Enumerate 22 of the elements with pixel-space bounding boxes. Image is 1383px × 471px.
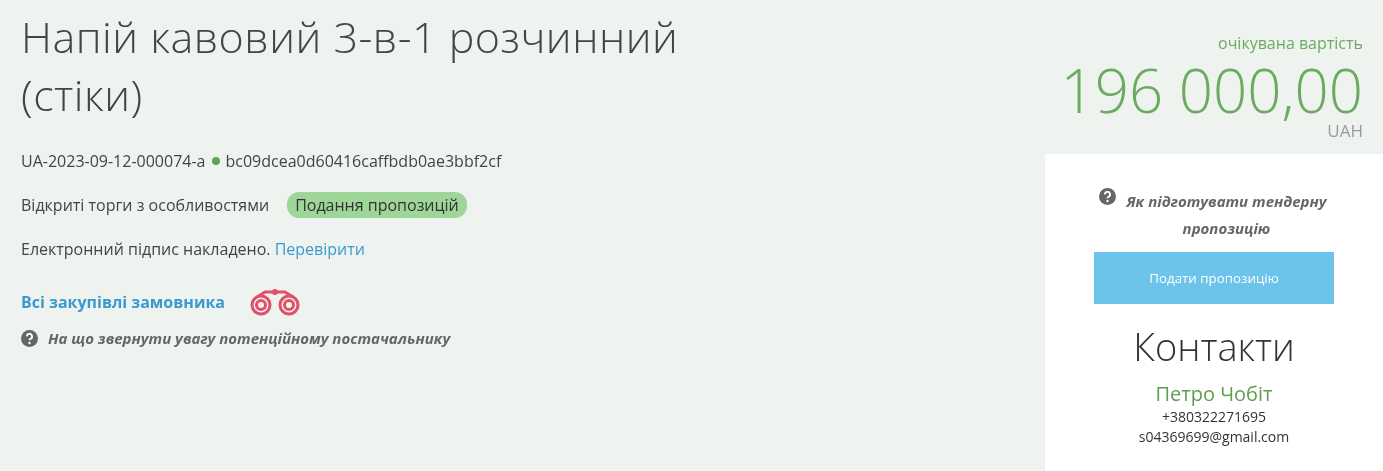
- verify-link[interactable]: Перевірити: [274, 238, 365, 260]
- binoculars-icon: [249, 288, 301, 316]
- submit-proposal-button[interactable]: Подати пропозицію: [1094, 252, 1334, 304]
- expected-value-label: очікувана вартість: [1217, 32, 1363, 54]
- currency: UAH: [1327, 122, 1363, 140]
- customer-procurements-link[interactable]: Всі закупівлі замовника: [21, 291, 225, 313]
- status-badge: Подання пропозицій: [287, 192, 467, 218]
- help-icon: [1099, 188, 1116, 205]
- procedure-type: Відкриті торги з особливостями: [21, 194, 270, 216]
- help-icon: [21, 329, 38, 347]
- contact-email: s04369699@gmail.com: [1138, 427, 1290, 447]
- proposal-guide-hint[interactable]: Як підготувати тендерну пропозицію: [1124, 188, 1329, 242]
- contacts-heading: Контакти: [1133, 322, 1295, 370]
- signature-text: Електронний підпис накладено.: [21, 238, 271, 260]
- tender-id: UA-2023-09-12-000074-a: [21, 150, 206, 172]
- page-title: Напій кавовий 3-в-1 розчинний (стіки): [21, 8, 680, 124]
- expected-amount: 196 000,00: [1059, 58, 1363, 122]
- status-dot-icon: [211, 157, 220, 165]
- supplier-hint[interactable]: На що звернути увагу потенційному постачальнику: [48, 328, 451, 348]
- contact-phone: +380322271695: [1161, 407, 1267, 427]
- contact-name: Петро Чобіт: [1155, 380, 1273, 407]
- tender-hash: bc09dcea0d60416caffbdb0ae3bbf2cf: [225, 150, 502, 172]
